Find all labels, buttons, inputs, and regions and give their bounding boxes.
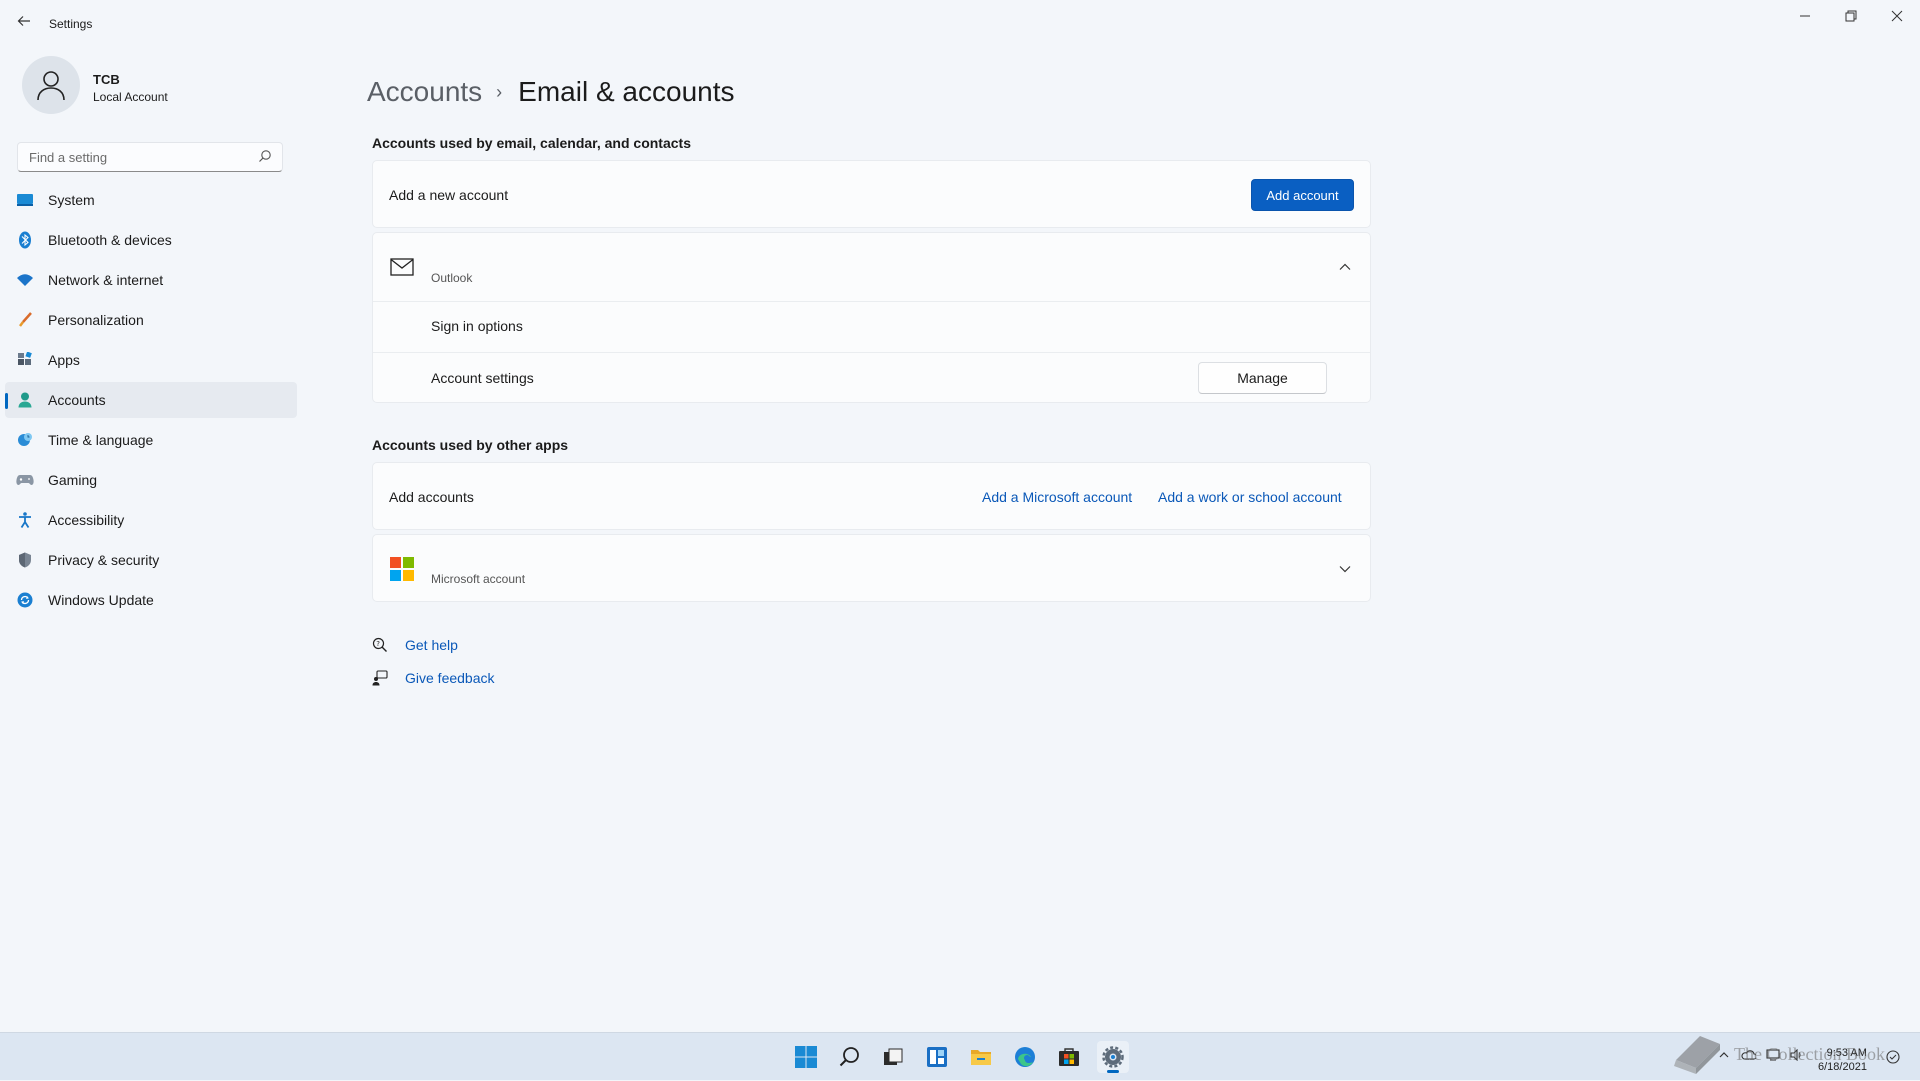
help-icon: ? (372, 637, 388, 653)
title-bar: Settings (0, 0, 1920, 48)
watermark-text: The Collection Book (1734, 1044, 1885, 1064)
other-apps-section-title: Accounts used by other apps (372, 437, 569, 453)
brush-icon (16, 312, 34, 328)
store-icon[interactable] (1053, 1041, 1085, 1073)
add-microsoft-account-link[interactable]: Add a Microsoft account (982, 489, 1132, 505)
page-title: Email & accounts (518, 76, 735, 107)
wifi-icon (16, 272, 34, 288)
start-icon[interactable] (790, 1041, 822, 1073)
apps-icon (16, 352, 34, 368)
chevron-up-icon[interactable] (1338, 260, 1352, 274)
back-arrow-icon[interactable] (14, 14, 34, 34)
sidebar-item-label: Personalization (48, 312, 144, 328)
sidebar-item-label: System (48, 192, 95, 208)
shield-icon (16, 552, 34, 568)
divider (373, 352, 1370, 353)
get-help-link[interactable]: Get help (405, 637, 458, 653)
sign-in-options-link[interactable]: Sign in options (431, 318, 523, 334)
sidebar-item-gaming[interactable]: Gaming (5, 462, 297, 498)
update-icon (16, 592, 34, 608)
feedback-icon (372, 670, 388, 686)
sidebar-item-system[interactable]: System (5, 182, 297, 218)
accessibility-icon (16, 512, 34, 528)
sidebar-item-network[interactable]: Network & internet (5, 262, 297, 298)
add-work-school-account-link[interactable]: Add a work or school account (1158, 489, 1342, 505)
outlook-header[interactable]: Outlook (373, 233, 1370, 301)
maximize-button[interactable] (1828, 6, 1874, 26)
add-accounts-label: Add accounts (389, 489, 474, 505)
outlook-account-name: Outlook (431, 271, 473, 285)
email-section-title: Accounts used by email, calendar, and co… (372, 135, 691, 151)
search-box[interactable] (17, 142, 283, 172)
account-settings-label: Account settings (431, 370, 534, 386)
sidebar-item-label: Time & language (48, 432, 154, 448)
globe-clock-icon (16, 432, 34, 448)
sidebar-item-bluetooth[interactable]: Bluetooth & devices (5, 222, 297, 258)
close-button[interactable] (1874, 6, 1920, 26)
chevron-down-icon[interactable] (1338, 562, 1352, 576)
sidebar-item-time-language[interactable]: Time & language (5, 422, 297, 458)
breadcrumb: Accounts › Email & accounts (367, 76, 735, 108)
microsoft-logo-icon (390, 557, 414, 586)
sidebar-item-label: Gaming (48, 472, 98, 488)
widgets-icon[interactable] (921, 1041, 953, 1073)
add-accounts-card: Add accounts Add a Microsoft account Add… (372, 462, 1371, 530)
account-type: Local Account (93, 90, 168, 104)
edge-icon[interactable] (1009, 1041, 1041, 1073)
minimize-button[interactable] (1782, 6, 1828, 26)
search-icon[interactable] (258, 149, 274, 165)
get-help-row[interactable]: ? Get help (372, 637, 458, 653)
give-feedback-link[interactable]: Give feedback (405, 670, 495, 686)
watermark: The Collection Book (1670, 1030, 1900, 1080)
sidebar-item-label: Accessibility (48, 512, 125, 528)
give-feedback-row[interactable]: Give feedback (372, 670, 495, 686)
manage-button[interactable]: Manage (1198, 362, 1327, 394)
sidebar-item-accessibility[interactable]: Accessibility (5, 502, 297, 538)
user-name: TCB (93, 72, 120, 87)
taskbar: 9:53 AM 6/18/2021 (0, 1032, 1920, 1080)
sidebar-nav: System Bluetooth & devices Network & int… (5, 182, 297, 622)
search-icon[interactable] (834, 1041, 866, 1073)
sidebar-item-accounts[interactable]: Accounts (5, 382, 297, 418)
add-account-button[interactable]: Add account (1251, 179, 1354, 211)
sidebar-item-label: Windows Update (48, 592, 154, 608)
breadcrumb-parent[interactable]: Accounts (367, 76, 482, 108)
sidebar-item-label: Apps (48, 352, 80, 368)
sidebar-item-label: Privacy & security (48, 552, 160, 568)
breadcrumb-chevron-icon: › (496, 81, 503, 102)
sidebar-item-label: Accounts (48, 392, 106, 408)
add-new-account-label: Add a new account (389, 187, 509, 203)
person-avatar-icon (37, 71, 65, 101)
gamepad-icon (16, 472, 34, 488)
add-new-account-card: Add a new account Add account (372, 160, 1371, 228)
file-explorer-icon[interactable] (965, 1041, 997, 1073)
system-icon (16, 192, 34, 208)
avatar[interactable] (22, 56, 80, 114)
sidebar-item-apps[interactable]: Apps (5, 342, 297, 378)
search-input[interactable] (27, 149, 251, 166)
mail-icon (390, 258, 414, 281)
sidebar-item-personalization[interactable]: Personalization (5, 302, 297, 338)
settings-icon[interactable] (1097, 1041, 1129, 1073)
book-watermark-icon (1674, 1036, 1720, 1074)
sidebar-item-label: Bluetooth & devices (48, 232, 172, 248)
divider (373, 301, 1370, 302)
person-icon (16, 392, 34, 408)
sidebar-item-privacy[interactable]: Privacy & security (5, 542, 297, 578)
task-view-icon[interactable] (877, 1041, 909, 1073)
microsoft-account-card[interactable]: Microsoft account (372, 534, 1371, 602)
microsoft-account-label: Microsoft account (431, 572, 526, 586)
svg-text:?: ? (376, 640, 380, 648)
bluetooth-icon (16, 231, 34, 249)
outlook-account-card: Outlook Sign in options Account settings… (372, 232, 1371, 403)
sidebar-item-label: Network & internet (48, 272, 164, 288)
sidebar-item-windows-update[interactable]: Windows Update (5, 582, 297, 618)
window-title: Settings (49, 17, 93, 31)
